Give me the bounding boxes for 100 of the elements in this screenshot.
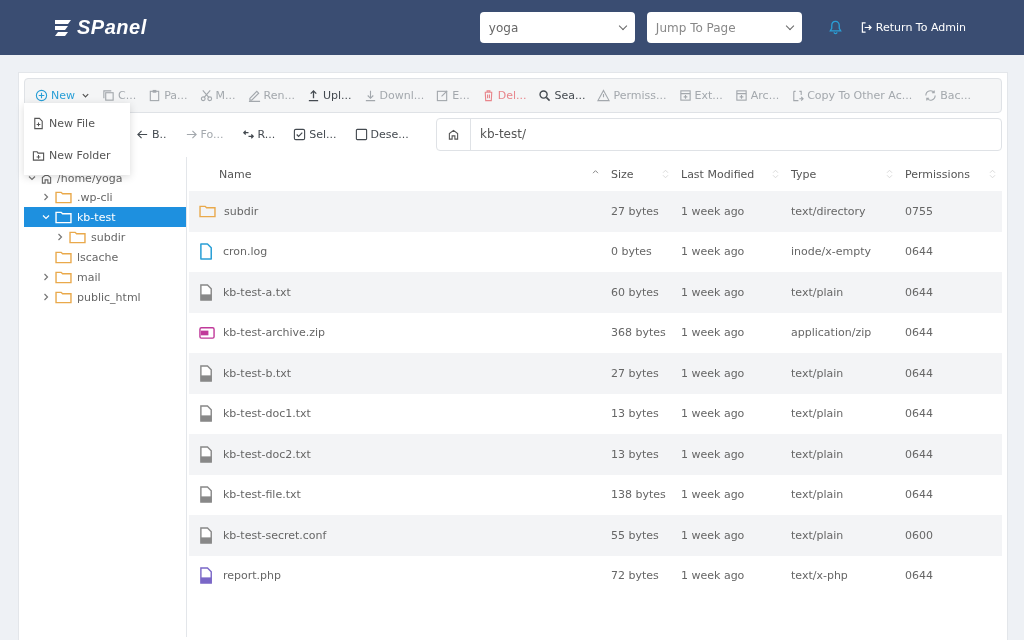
table-cell: 0644 [905, 245, 933, 259]
column-header[interactable]: Permissions [899, 157, 1002, 191]
home-icon [41, 172, 52, 184]
table-cell: inode/x-empty [791, 245, 871, 259]
file-plus-icon [32, 116, 45, 130]
tree-item[interactable]: public_html [24, 287, 186, 307]
return-to-admin-link[interactable]: Return To Admin [860, 21, 966, 34]
menu-item[interactable]: New Folder [24, 139, 130, 171]
warning-icon [597, 89, 611, 102]
column-header[interactable]: Name [189, 157, 605, 191]
table-cell: 72 bytes [611, 569, 659, 583]
table-cell: 1 week ago [681, 447, 745, 461]
tree-item[interactable]: mail [24, 267, 186, 287]
tree-item[interactable]: subdir [24, 227, 186, 247]
pen-icon [247, 89, 261, 102]
folder-icon [69, 230, 86, 244]
table-cell: 60 bytes [611, 285, 659, 299]
toolbar-button[interactable]: Dese... [348, 121, 415, 147]
table-cell: 0644 [905, 488, 933, 502]
table-cell: text/plain [791, 366, 844, 380]
upload-icon [306, 89, 320, 102]
tree-item[interactable]: kb-test [24, 207, 186, 227]
table-cell: 138 bytes [611, 488, 666, 502]
file-name[interactable]: cron.log [223, 245, 268, 259]
toolbar-button[interactable]: Upl... [300, 82, 358, 109]
folder-icon [55, 210, 72, 224]
table-cell: text/plain [791, 407, 844, 421]
download-icon [363, 89, 377, 102]
table-cell: 0644 [905, 447, 933, 461]
table-cell: application/zip [791, 326, 872, 340]
table-cell: 1 week ago [681, 366, 745, 380]
scissors-icon [199, 89, 213, 102]
jump-select[interactable]: Jump To Page [646, 12, 802, 43]
table-cell: text/x-php [791, 569, 848, 583]
path-text: kb-test/ [479, 127, 526, 141]
toolbar-button[interactable]: Sea... [532, 82, 592, 109]
table-cell: text/plain [791, 488, 844, 502]
table-cell: 55 bytes [611, 528, 659, 542]
column-header[interactable]: Type [785, 157, 899, 191]
checkbox-icon [293, 127, 307, 141]
table-cell: 27 bytes [611, 204, 659, 218]
sign-out-icon [860, 22, 872, 33]
table-cell: text/plain [791, 447, 844, 461]
tree-root[interactable]: /home/yoga [24, 169, 186, 187]
toolbar-button[interactable]: Sel... [287, 121, 343, 147]
path-field[interactable]: kb-test/ [436, 117, 1002, 151]
file-name[interactable]: kb-test-archive.zip [223, 326, 326, 340]
table-cell: 368 bytes [611, 326, 666, 340]
folder-plus-icon [32, 148, 45, 162]
column-header[interactable]: Last Modified [675, 157, 785, 191]
chevron-down-icon[interactable] [28, 174, 36, 182]
table-cell: 0644 [905, 366, 933, 380]
table-cell: 1 week ago [681, 204, 745, 218]
plus-circle-icon [35, 89, 48, 102]
tree-item[interactable]: lscache [24, 247, 186, 267]
file-name[interactable]: report.php [223, 569, 282, 583]
sort-icon [886, 169, 893, 179]
table-cell: 0755 [905, 204, 933, 218]
file-name[interactable]: kb-test-a.txt [223, 285, 291, 299]
chevron-right-icon[interactable] [42, 273, 50, 281]
chevron-right-icon[interactable] [42, 293, 50, 301]
chevron-right-icon[interactable] [42, 193, 50, 201]
sort-icon [772, 169, 779, 179]
file-name[interactable]: subdir [224, 204, 259, 218]
table-cell: 0644 [905, 569, 933, 583]
sort-icon [989, 169, 996, 179]
table-cell: 1 week ago [681, 528, 745, 542]
table-cell: 0600 [905, 528, 933, 542]
logo: SPanel [77, 16, 147, 39]
table-cell: 1 week ago [681, 569, 745, 583]
toolbar-button[interactable]: R... [235, 121, 282, 147]
folder-icon [55, 250, 72, 264]
table-cell: text/plain [791, 528, 844, 542]
chevron-right-icon[interactable] [56, 233, 64, 241]
sync-icon [924, 89, 938, 102]
archive-icon [678, 89, 692, 102]
table-cell: 13 bytes [611, 407, 659, 421]
column-header[interactable]: Size [605, 157, 675, 191]
user-select[interactable]: yoga [479, 12, 635, 43]
edit-icon [436, 89, 450, 102]
folder-icon [55, 270, 72, 284]
archive-icon [734, 89, 748, 102]
table-cell: 0644 [905, 285, 933, 299]
table-cell: 1 week ago [681, 488, 745, 502]
copy-icon [102, 89, 115, 102]
file-name[interactable]: kb-test-b.txt [223, 366, 292, 380]
square-icon [354, 127, 368, 141]
file-name[interactable]: kb-test-doc2.txt [223, 447, 311, 461]
file-name[interactable]: kb-test-doc1.txt [223, 407, 311, 421]
table-cell: 1 week ago [681, 285, 745, 299]
table-cell: 27 bytes [611, 366, 659, 380]
file-name[interactable]: kb-test-secret.conf [223, 528, 327, 542]
bell-icon[interactable] [827, 20, 843, 35]
menu-item[interactable]: New File [24, 107, 130, 139]
tree-item[interactable]: .wp-cli [24, 187, 186, 207]
table-cell: 1 week ago [681, 326, 745, 340]
toolbar-button[interactable]: B.. [130, 121, 173, 147]
table-cell: 1 week ago [681, 245, 745, 259]
folder-icon [55, 190, 72, 204]
file-name[interactable]: kb-test-file.txt [223, 488, 301, 502]
